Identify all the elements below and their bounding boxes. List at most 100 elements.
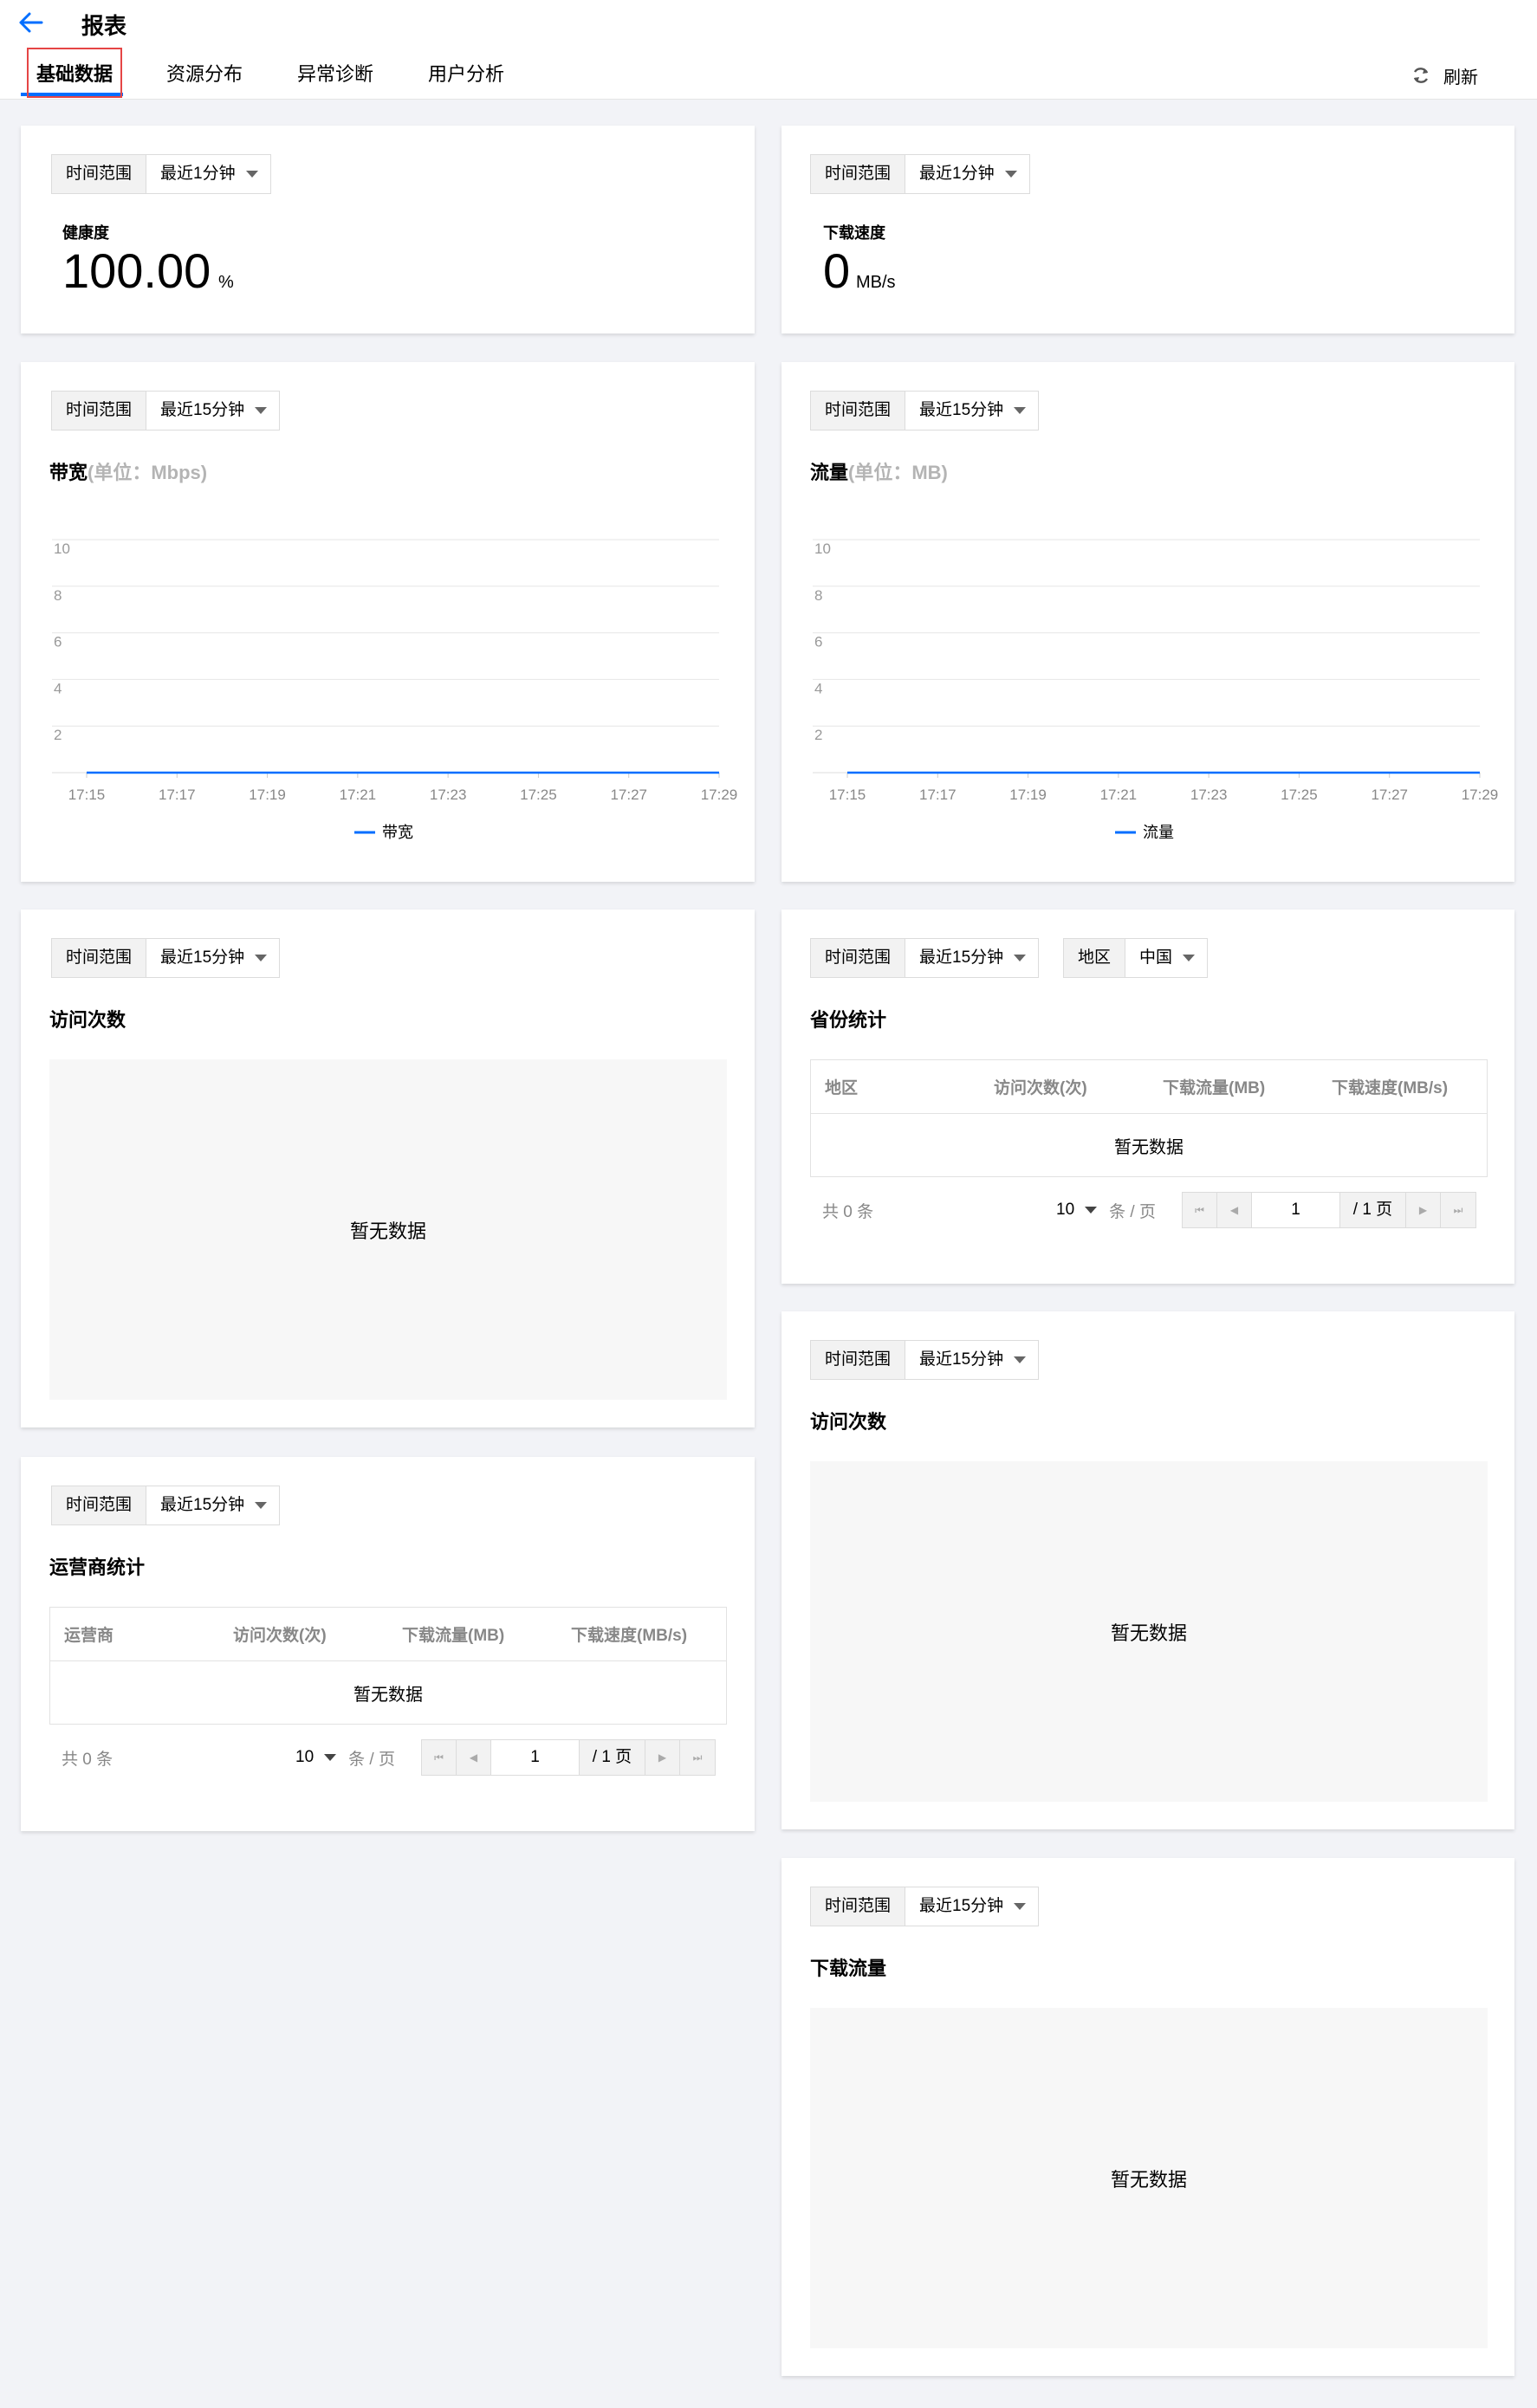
empty-text: 暂无数据 bbox=[1110, 2168, 1187, 2191]
time-range-filter[interactable]: 时间范围 最近15分钟 bbox=[51, 1486, 281, 1525]
page-number-input[interactable]: 1 bbox=[1251, 1193, 1340, 1227]
page-size-select[interactable]: 10 bbox=[295, 1748, 337, 1767]
region-filter[interactable]: 地区 中国 bbox=[1063, 938, 1209, 978]
time-range-select[interactable]: 最近15分钟 bbox=[146, 939, 280, 977]
download-speed-unit: MB/s bbox=[856, 273, 896, 292]
region-label: 地区 bbox=[1064, 939, 1126, 977]
time-range-select[interactable]: 最近1分钟 bbox=[146, 155, 270, 193]
time-range-value: 最近15分钟 bbox=[919, 948, 1004, 967]
chevron-down-icon bbox=[1085, 1207, 1098, 1214]
first-page-icon[interactable]: ⏮ bbox=[1182, 1193, 1217, 1227]
column-header: 运营商 bbox=[64, 1627, 114, 1645]
download-traffic-card: 时间范围 最近15分钟 下载流量 暂无数据 bbox=[781, 1858, 1514, 2376]
x-tick-label: 17:17 bbox=[159, 786, 196, 803]
isp-stats-card: 时间范围 最近15分钟 运营商统计 运营商 访问次数(次) 下载流量(MB) 下… bbox=[21, 1457, 755, 1831]
column-header: 访问次数(次) bbox=[233, 1627, 327, 1645]
pager-controls: ⏮ ◀ 1 / 1 页 ▶ ⏭ bbox=[420, 1739, 716, 1776]
time-range-select[interactable]: 最近1分钟 bbox=[905, 155, 1029, 193]
pagination: 共 0 条 10 条 / 页 ⏮ ◀ 1 / 1 页 ▶ ⏭ bbox=[62, 1739, 716, 1776]
column-header: 下载速度(MB/s) bbox=[571, 1627, 688, 1645]
x-tick-label: 17:23 bbox=[430, 786, 467, 803]
isp-title: 运营商统计 bbox=[49, 1557, 146, 1578]
time-range-label: 时间范围 bbox=[811, 155, 906, 193]
time-range-select[interactable]: 最近15分钟 bbox=[905, 939, 1039, 977]
bandwidth-card: 时间范围 最近15分钟 带宽(单位：Mbps) 2 4 6 8 10 17:15 17:17… bbox=[21, 362, 755, 882]
bandwidth-line-chart: 2 4 6 8 10 17:15 17:17 17:19 17:21 17:23 17:25 17:2… bbox=[52, 539, 738, 841]
x-tick-label: 17:29 bbox=[701, 786, 738, 803]
x-tick-label: 17:21 bbox=[340, 786, 377, 803]
table-header: 运营商 访问次数(次) 下载流量(MB) 下载速度(MB/s) bbox=[50, 1608, 726, 1661]
visits-empty-state: 暂无数据 bbox=[49, 1059, 727, 1400]
health-unit: % bbox=[218, 273, 234, 292]
y-tick-label: 2 bbox=[814, 727, 822, 743]
time-range-value: 最近15分钟 bbox=[919, 1897, 1004, 1915]
x-tick-label: 17:15 bbox=[829, 786, 866, 803]
active-tab-highlight-box bbox=[27, 48, 122, 98]
tab-user-analysis[interactable]: 用户分析 bbox=[428, 50, 504, 99]
time-range-label: 时间范围 bbox=[52, 155, 147, 193]
first-page-icon[interactable]: ⏮ bbox=[421, 1740, 457, 1775]
visits-title: 访问次数 bbox=[810, 1411, 887, 1433]
top-bar: 报表 基础数据 资源分布 异常诊断 用户分析 刷新 bbox=[0, 0, 1537, 100]
chevron-down-icon bbox=[1014, 955, 1027, 961]
prev-page-icon[interactable]: ◀ bbox=[456, 1740, 491, 1775]
region-value: 中国 bbox=[1139, 948, 1173, 967]
time-range-select[interactable]: 最近15分钟 bbox=[146, 1486, 280, 1524]
y-tick-label: 2 bbox=[54, 727, 62, 743]
next-page-icon[interactable]: ▶ bbox=[645, 1740, 680, 1775]
visits-title: 访问次数 bbox=[49, 1009, 126, 1031]
x-tick-label: 17:29 bbox=[1462, 786, 1499, 803]
y-tick-label: 10 bbox=[54, 541, 70, 557]
y-tick-label: 4 bbox=[54, 680, 62, 696]
time-range-label: 时间范围 bbox=[52, 1486, 147, 1524]
time-range-label: 时间范围 bbox=[52, 939, 147, 977]
download-speed-value: 0 bbox=[823, 243, 851, 298]
province-stats-card: 时间范围 最近15分钟 地区 中国 省份统计 地区 访问次数(次) 下载流量(M… bbox=[781, 909, 1514, 1284]
legend-label: 带宽 bbox=[382, 824, 413, 841]
tab-resource-distribution[interactable]: 资源分布 bbox=[166, 50, 243, 99]
download-speed-card: 时间范围 最近1分钟 下载速度 0 MB/s bbox=[781, 126, 1514, 333]
time-range-label: 时间范围 bbox=[811, 939, 906, 977]
time-range-filter[interactable]: 时间范围 最近15分钟 bbox=[51, 938, 281, 978]
time-range-value: 最近1分钟 bbox=[160, 165, 236, 183]
time-range-filter[interactable]: 时间范围 最近15分钟 bbox=[810, 938, 1040, 978]
tab-anomaly-diagnosis[interactable]: 异常诊断 bbox=[297, 50, 373, 99]
x-tick-label: 17:27 bbox=[1371, 786, 1408, 803]
page-total: / 1 页 bbox=[579, 1740, 645, 1775]
time-range-filter[interactable]: 时间范围 最近1分钟 bbox=[810, 154, 1030, 194]
column-header: 地区 bbox=[825, 1079, 859, 1097]
time-range-filter[interactable]: 时间范围 最近15分钟 bbox=[810, 1887, 1040, 1926]
time-range-filter[interactable]: 时间范围 最近15分钟 bbox=[810, 1340, 1040, 1380]
y-tick-label: 8 bbox=[814, 587, 822, 604]
table-empty-text: 暂无数据 bbox=[1114, 1137, 1184, 1157]
page-size-select[interactable]: 10 bbox=[1056, 1201, 1098, 1220]
chevron-down-icon bbox=[1004, 171, 1017, 178]
time-range-value: 最近15分钟 bbox=[919, 1350, 1004, 1369]
time-range-value: 最近1分钟 bbox=[919, 165, 995, 183]
pagination: 共 0 条 10 条 / 页 ⏮ ◀ 1 / 1 页 ▶ ⏭ bbox=[822, 1192, 1476, 1228]
isp-table: 运营商 访问次数(次) 下载流量(MB) 下载速度(MB/s) 暂无数据 bbox=[49, 1607, 727, 1725]
refresh-button[interactable]: 刷新 bbox=[1411, 62, 1478, 88]
last-page-icon[interactable]: ⏭ bbox=[679, 1740, 715, 1775]
y-tick-label: 4 bbox=[814, 680, 822, 696]
chevron-down-icon bbox=[1014, 1356, 1027, 1363]
refresh-label: 刷新 bbox=[1443, 68, 1478, 87]
traffic-line-chart: 2 4 6 8 10 17:15 17:17 17:19 17:21 17:23 17:25 17:2… bbox=[813, 539, 1499, 841]
prev-page-icon[interactable]: ◀ bbox=[1216, 1193, 1252, 1227]
time-range-select[interactable]: 最近15分钟 bbox=[905, 1341, 1039, 1379]
column-header: 下载流量(MB) bbox=[402, 1627, 505, 1645]
x-tick-label: 17:15 bbox=[68, 786, 106, 803]
page-number-input[interactable]: 1 bbox=[490, 1740, 580, 1775]
chevron-down-icon bbox=[245, 171, 258, 178]
region-select[interactable]: 中国 bbox=[1125, 939, 1208, 977]
health-value: 100.00 bbox=[62, 243, 211, 298]
time-range-filter[interactable]: 时间范围 最近1分钟 bbox=[51, 154, 271, 194]
last-page-icon[interactable]: ⏭ bbox=[1440, 1193, 1475, 1227]
back-arrow-icon[interactable] bbox=[17, 10, 45, 35]
page-size-unit: 条 / 页 bbox=[1109, 1202, 1156, 1221]
time-range-select[interactable]: 最近15分钟 bbox=[905, 1887, 1039, 1926]
next-page-icon[interactable]: ▶ bbox=[1405, 1193, 1441, 1227]
visits-card: 时间范围 最近15分钟 访问次数 暂无数据 bbox=[21, 909, 755, 1427]
chevron-down-icon bbox=[1183, 955, 1196, 961]
empty-text: 暂无数据 bbox=[1110, 1622, 1187, 1644]
